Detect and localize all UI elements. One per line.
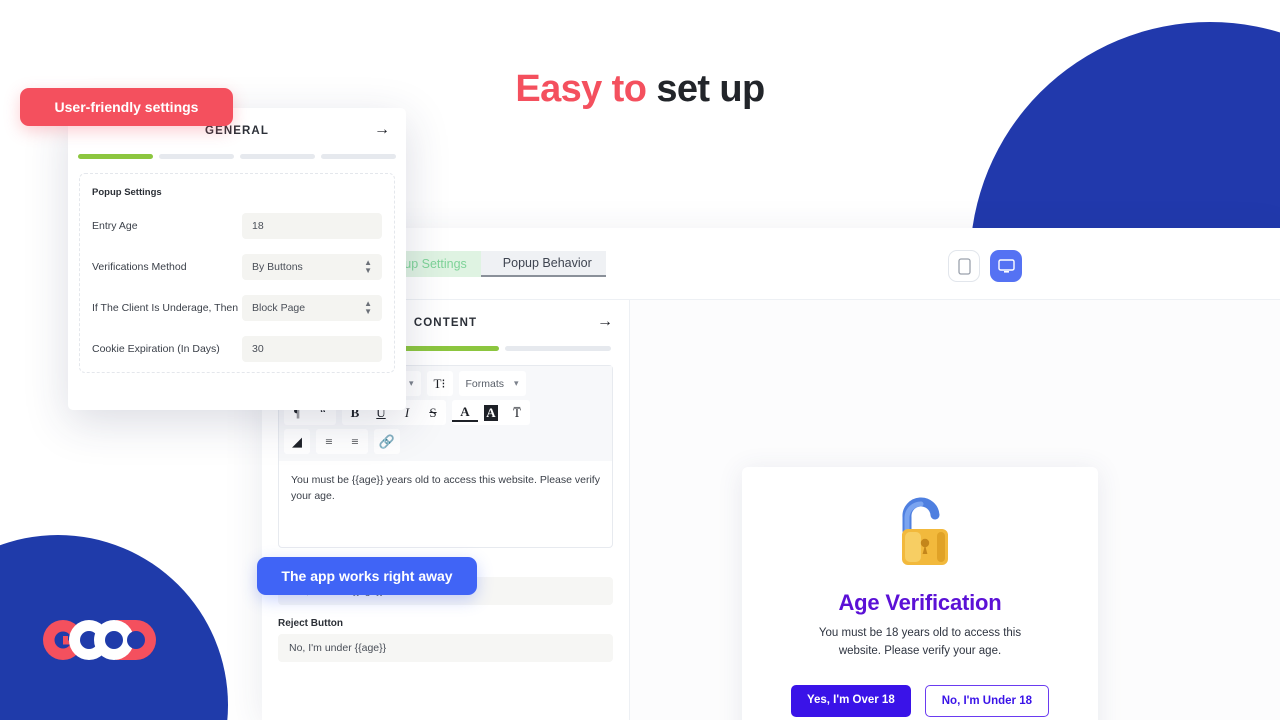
good-logo-shape — [43, 620, 156, 660]
app-window: Popup Settings Popup Behavior CONTENT → … — [262, 228, 1280, 720]
eraser-icon[interactable]: ◢ — [284, 429, 310, 454]
arrow-right-icon[interactable]: → — [597, 313, 613, 331]
preview-description: You must be 18 years old to access this … — [818, 627, 1022, 657]
stepper-arrows-icon: ▲ ▼ — [364, 258, 372, 275]
strikethrough-icon[interactable]: S — [420, 400, 446, 425]
editor-body-text[interactable]: You must be {{age}} years old to access … — [279, 461, 612, 547]
link-icon[interactable]: 🔗 — [374, 429, 400, 454]
settings-row-entry-age: Entry Age 18 — [92, 213, 382, 239]
app-topbar: Popup Settings Popup Behavior — [262, 228, 1280, 300]
step-bar — [321, 154, 396, 159]
popup-settings-title: Popup Settings — [92, 187, 162, 198]
reject-button-label: Reject Button — [278, 618, 343, 629]
text-color-icon[interactable]: A — [452, 403, 478, 422]
verifications-method-label: Verifications Method — [92, 260, 187, 273]
chevron-down-icon: ▾ — [408, 378, 414, 388]
arrow-right-icon[interactable]: → — [374, 121, 390, 139]
settings-row-verifications-method: Verifications Method By Buttons ▲ ▼ — [92, 254, 382, 280]
badge-works-right-away: The app works right away — [257, 557, 477, 595]
formats-select-value: Formats — [465, 377, 505, 390]
tab-popup-behavior[interactable]: Popup Behavior — [480, 250, 606, 277]
ordered-list-icon[interactable]: ≡ — [342, 429, 368, 454]
popup-settings-card: Popup Settings Entry Age 18 Verification… — [79, 173, 395, 373]
step-bar — [159, 154, 234, 159]
cookie-expiration-label: Cookie Expiration (In Days) — [92, 342, 220, 355]
cookie-expiration-input[interactable]: 30 — [242, 336, 382, 362]
stepper-arrows-icon: ▲ ▼ — [364, 299, 372, 316]
unlocked-padlock-icon — [902, 497, 948, 565]
verifications-method-select[interactable]: By Buttons ▲ ▼ — [242, 254, 382, 280]
settings-row-cookie-expiration: Cookie Expiration (In Days) 30 — [92, 336, 382, 362]
device-preview-toggle — [948, 250, 1022, 282]
popup-preview-panel: Age Verification You must be 18 years ol… — [630, 300, 1280, 720]
general-settings-panel: GENERAL → Popup Settings Entry Age 18 Ve… — [68, 108, 406, 410]
chevron-down-icon: ▾ — [514, 378, 519, 388]
age-verification-popup-preview: Age Verification You must be 18 years ol… — [742, 467, 1098, 720]
step-bar — [392, 346, 499, 351]
step-bar — [78, 154, 153, 159]
link-group: 🔗 — [374, 429, 400, 454]
verifications-method-value: By Buttons — [252, 261, 303, 273]
toolbar-row-blocks: ◢ ≡ ≡ 🔗 — [284, 429, 607, 454]
text-format-icon: T⁝ — [433, 375, 446, 391]
general-step-progress — [68, 154, 406, 159]
text-format-button[interactable]: T⁝ — [426, 371, 453, 396]
eraser-group: ◢ — [284, 429, 310, 454]
preview-title: Age Verification — [838, 590, 1002, 615]
preview-accept-button[interactable]: Yes, I'm Over 18 — [790, 684, 911, 717]
align-left-icon[interactable]: ≡ — [316, 429, 342, 454]
good-logo — [43, 620, 156, 660]
color-style-group: A A T̅ — [452, 400, 530, 425]
headline-rest: set up — [656, 68, 765, 110]
entry-age-input[interactable]: 18 — [242, 213, 382, 239]
desktop-device-button[interactable] — [990, 250, 1022, 282]
step-bar — [504, 346, 611, 351]
underage-action-value: Block Page — [252, 302, 306, 314]
align-list-group: ≡ ≡ — [316, 429, 368, 454]
headline-accent: Easy to — [515, 68, 647, 110]
badge-user-friendly-settings: User-friendly settings — [20, 88, 233, 126]
clear-format-icon[interactable]: T̅ — [504, 400, 530, 425]
general-step-title: GENERAL — [205, 125, 269, 137]
preview-reject-button[interactable]: No, I'm Under 18 — [924, 684, 1050, 717]
underage-action-label: If The Client Is Underage, Then — [92, 301, 239, 314]
entry-age-label: Entry Age — [92, 219, 138, 232]
settings-row-underage-action: If The Client Is Underage, Then Block Pa… — [92, 295, 382, 321]
underage-action-select[interactable]: Block Page ▲ ▼ — [242, 295, 382, 321]
content-step-title: CONTENT — [413, 317, 478, 329]
formats-select[interactable]: Formats ▾ — [458, 371, 526, 396]
cookie-expiration-value: 30 — [252, 343, 264, 355]
mobile-device-button[interactable] — [948, 250, 980, 282]
desktop-device-icon — [997, 258, 1015, 273]
app-body: CONTENT → Font ▾ — [262, 300, 1280, 720]
step-bar — [240, 154, 315, 159]
tab-popup-behavior-label: Popup Behavior — [502, 255, 592, 270]
preview-buttons: Yes, I'm Over 18 No, I'm Under 18 — [742, 684, 1098, 717]
background-color-icon[interactable]: A — [478, 400, 504, 425]
entry-age-value: 18 — [252, 220, 264, 232]
reject-button-input[interactable]: No, I'm under {{age}} — [278, 634, 613, 662]
mobile-device-icon — [957, 257, 971, 275]
